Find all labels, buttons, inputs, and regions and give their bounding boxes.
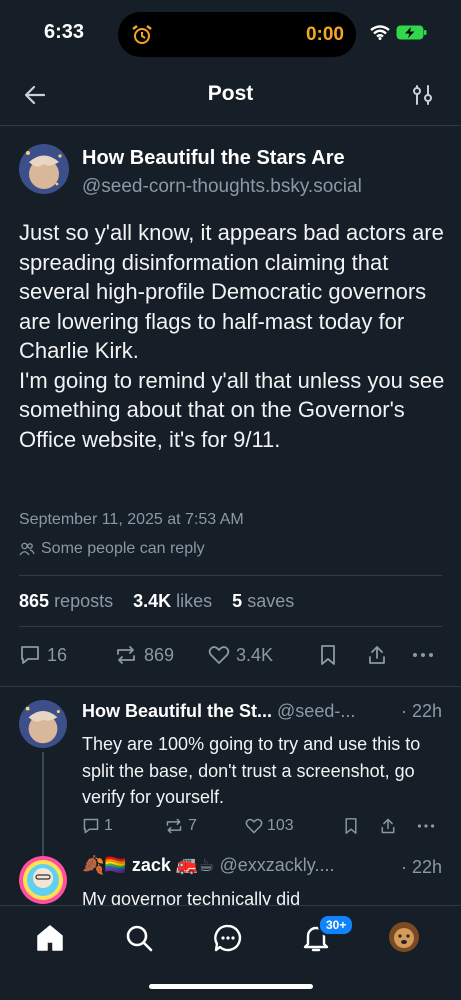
likes-count: 3.4K <box>133 590 172 611</box>
likes-stat[interactable]: 3.4K likes <box>133 591 212 612</box>
reply-permission[interactable]: Some people can reply <box>19 540 205 558</box>
page-title: Post <box>207 82 254 105</box>
saves-count: 5 <box>232 590 243 611</box>
avatar-illustration-icon <box>19 856 67 904</box>
more-options-icon[interactable] <box>411 644 435 666</box>
status-time: 6:33 <box>44 21 85 43</box>
search-icon[interactable] <box>124 923 154 953</box>
reply-like-count: 103 <box>267 817 294 834</box>
repost-icon <box>117 646 135 664</box>
share-icon[interactable] <box>379 817 397 835</box>
reply2-avatar[interactable] <box>19 856 67 904</box>
reply-avatar[interactable] <box>19 700 67 748</box>
post-header: Post <box>0 62 461 126</box>
reposts-stat[interactable]: 865 reposts <box>19 591 113 612</box>
home-indicator <box>149 984 313 989</box>
post-actions: 16 869 3.4K <box>19 640 442 674</box>
notifications-badge: 30+ <box>318 914 355 936</box>
post-body-text: Just so y'all know, it appears bad actor… <box>19 220 445 452</box>
likes-label: likes <box>176 590 213 611</box>
avatar-illustration-icon <box>19 700 67 748</box>
avatar-illustration-icon <box>19 144 69 194</box>
comment-icon <box>21 646 39 664</box>
reply-count: 16 <box>47 644 68 665</box>
comment-icon <box>83 818 99 834</box>
reply-comment-count: 1 <box>104 817 113 834</box>
repost-icon <box>166 818 182 834</box>
post-timestamp: September 11, 2025 at 7:53 AM <box>19 511 244 528</box>
reply2-author-name: zack <box>131 855 171 875</box>
heart-icon <box>245 818 263 834</box>
saves-label: saves <box>247 590 295 611</box>
timer-readout: 0:00 <box>305 24 344 45</box>
share-icon[interactable] <box>366 644 388 666</box>
more-options-icon[interactable] <box>416 817 436 835</box>
reply2-author-handle: @exxzackly.... <box>219 855 335 875</box>
author-avatar[interactable] <box>19 144 69 194</box>
bookmark-icon[interactable] <box>318 644 338 666</box>
reply-body-text: They are 100% going to try and use this … <box>82 734 421 807</box>
profile-dog-icon <box>389 922 419 952</box>
reply-button[interactable]: 16 <box>19 644 67 666</box>
reply-author-name: How Beautiful the St... <box>82 701 273 721</box>
home-icon[interactable] <box>35 923 65 953</box>
battery-charging-icon <box>396 25 427 40</box>
reply-header[interactable]: How Beautiful the St... @seed-... <box>82 701 442 722</box>
profile-avatar[interactable] <box>389 922 419 952</box>
divider <box>0 686 461 687</box>
reply-repost-count: 7 <box>188 817 197 834</box>
post-author-name[interactable]: How Beautiful the Stars Are <box>82 147 345 170</box>
status-bar: 6:33 0:00 <box>0 0 461 62</box>
post-stats: 865 reposts 3.4K likes 5 saves <box>19 575 442 627</box>
like-button[interactable]: 3.4K <box>208 644 273 666</box>
thread-connector <box>42 752 44 856</box>
reply-actions: 1 7 103 <box>82 815 442 839</box>
reposts-count: 865 <box>19 590 50 611</box>
reply-comment-button[interactable]: 1 <box>82 817 113 835</box>
reply-permission-label: Some people can reply <box>41 540 205 557</box>
reply-repost-button[interactable]: 7 <box>164 817 197 835</box>
saves-stat[interactable]: 5 saves <box>232 591 294 612</box>
reply2-time: · 22h <box>400 857 442 877</box>
reposts-label: reposts <box>54 590 114 611</box>
post-author-handle[interactable]: @seed-corn-thoughts.bsky.social <box>82 176 362 198</box>
dynamic-island: 0:00 <box>118 12 356 57</box>
bookmark-icon[interactable] <box>343 817 359 835</box>
wifi-icon <box>370 25 390 40</box>
reply-author-handle: @seed-... <box>277 701 356 721</box>
chat-icon[interactable] <box>213 923 243 953</box>
thread-settings-icon[interactable] <box>412 84 434 106</box>
reply2-header[interactable]: 🍂🏳️‍🌈 zack 🚒☕ @exxzackly.... <box>82 855 334 876</box>
emoji-prefix: 🍂🏳️‍🌈 <box>82 855 127 875</box>
repost-count: 869 <box>144 644 175 665</box>
repost-button[interactable]: 869 <box>114 644 174 666</box>
reply-time: · 22h <box>400 701 442 721</box>
people-icon <box>19 542 35 556</box>
heart-icon <box>208 646 230 664</box>
like-count: 3.4K <box>236 644 274 665</box>
reply2-body-text: My governor technically did <box>82 889 301 905</box>
reply-like-button[interactable]: 103 <box>245 817 294 835</box>
emoji-suffix: 🚒☕ <box>175 855 215 875</box>
alarm-clock-icon <box>132 25 152 44</box>
